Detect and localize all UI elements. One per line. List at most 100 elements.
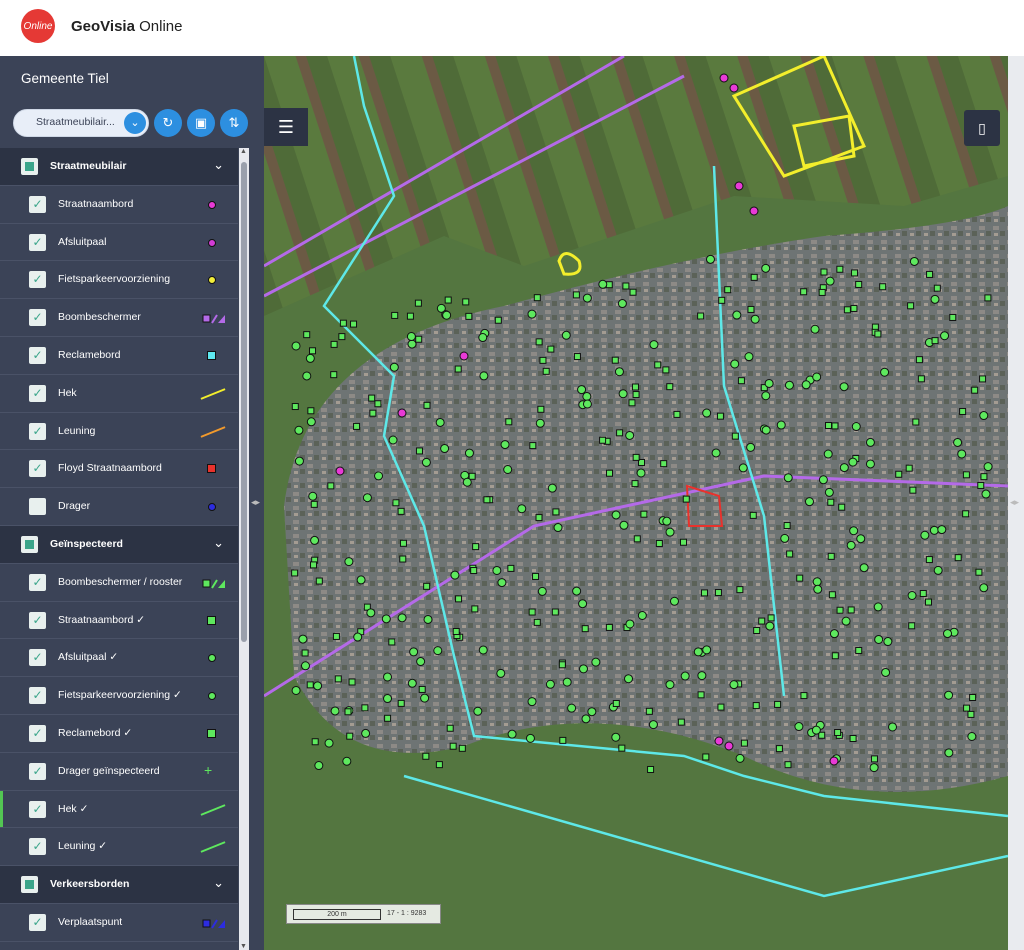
sort-button[interactable]: ⇅ (220, 109, 248, 137)
layer-checkbox[interactable]: ✓ (29, 233, 46, 251)
layer-item[interactable]: ✓ Afsluitpaal ✓ (0, 639, 238, 678)
layer-item[interactable]: ✓ Fietsparkeervoorziening ✓ (0, 677, 238, 715)
map-marker (561, 330, 571, 340)
layer-item[interactable]: ✓ Straatnaambord (0, 186, 238, 224)
scroll-thumb[interactable] (241, 162, 247, 642)
layer-checkbox[interactable]: ✓ (29, 762, 46, 780)
layer-label: Geïnspecteerd (50, 537, 123, 550)
layer-item[interactable]: ✓ Afsluitpaal (0, 224, 238, 262)
refresh-button[interactable]: ↻ (154, 109, 182, 137)
map-marker (855, 280, 863, 288)
map-marker (649, 340, 659, 350)
layer-group[interactable]: Geïnspecteerd ⌄ (0, 525, 238, 564)
layer-group[interactable]: Straatmeubilair ⌄ (0, 148, 238, 186)
layer-checkbox[interactable]: ✓ (29, 800, 46, 818)
layer-item[interactable]: ✓ Drager geïnspecteerd + (0, 753, 238, 791)
map-marker (342, 756, 352, 766)
map-marker (929, 525, 939, 535)
map-marker (794, 722, 804, 732)
save-button[interactable]: ▣ (187, 109, 215, 137)
map-marker (303, 331, 311, 339)
map-marker (848, 457, 858, 467)
map-marker (478, 645, 488, 655)
layer-item[interactable]: ✓ Leuning (0, 413, 238, 451)
map-marker (344, 708, 352, 716)
layer-checkbox[interactable]: ✓ (29, 838, 46, 856)
layer-checkbox[interactable]: ✓ (29, 460, 46, 478)
layer-item[interactable]: ✓ Reclamebord ✓ (0, 715, 238, 753)
chevron-down-icon[interactable]: ⌄ (213, 875, 224, 891)
layer-item[interactable]: ✓ Boombeschermer / rooster (0, 564, 238, 602)
map-marker (535, 338, 543, 346)
layer-label: Fietsparkeervoorziening ✓ (58, 689, 182, 702)
layer-symbol-icon (202, 312, 226, 324)
layer-label: Verkeersborden (50, 878, 130, 891)
map-marker (442, 310, 452, 320)
map-marker (682, 495, 690, 503)
layer-checkbox[interactable]: ✓ (29, 271, 46, 289)
layer-checkbox[interactable]: ✓ (29, 687, 46, 705)
map-marker (533, 618, 541, 626)
layer-checkbox[interactable]: ✓ (29, 195, 46, 213)
layer-checkbox[interactable]: ✓ (29, 724, 46, 742)
map-marker (559, 736, 567, 744)
layer-group[interactable]: Verkeersborden ⌄ (0, 866, 238, 904)
map-marker (330, 340, 338, 348)
layer-item[interactable]: ✓ Floyd Straatnaambord (0, 450, 238, 489)
sidebar-scrollbar[interactable]: ▲ ▼ (239, 148, 249, 950)
map-marker (440, 444, 450, 454)
layer-item[interactable]: ✓ Leuning ✓ (0, 828, 238, 867)
scroll-down-icon[interactable]: ▼ (240, 943, 247, 950)
map-marker (361, 728, 371, 738)
layer-item[interactable]: ✓ Hek ✓ (0, 790, 238, 829)
map-marker (406, 332, 416, 342)
layer-checkbox[interactable]: ✓ (29, 913, 46, 931)
layer-item[interactable]: ✓ Straatnaambord ✓ (0, 602, 238, 640)
layer-checkbox[interactable]: ✓ (29, 611, 46, 629)
map-view[interactable] (264, 56, 1008, 950)
layer-label: Straatnaambord (58, 197, 134, 210)
layer-symbol-icon (207, 615, 216, 625)
chevron-down-icon[interactable]: ⌄ (213, 157, 224, 173)
map-marker (758, 617, 766, 625)
map-tool-button[interactable]: ▯ (964, 110, 1000, 146)
layer-checkbox[interactable]: ✓ (29, 346, 46, 364)
map-marker (969, 693, 977, 701)
map-marker (369, 409, 377, 417)
map-marker (587, 707, 597, 717)
scroll-up-icon[interactable]: ▲ (240, 148, 247, 155)
layer-item[interactable]: ✓ Reclamebord (0, 337, 238, 375)
map-marker (465, 312, 473, 320)
layer-select[interactable]: Straatmeubilair... ⌄ (13, 109, 149, 137)
left-resize-handle[interactable]: ◂▸ (251, 497, 260, 508)
map-marker (869, 763, 879, 773)
map-marker (551, 608, 559, 616)
layer-item[interactable]: ✓ Hek (0, 375, 238, 413)
chevron-down-icon[interactable]: ⌄ (124, 112, 146, 134)
layer-checkbox[interactable]: ✓ (29, 498, 46, 516)
map-marker (315, 577, 323, 585)
layer-checkbox[interactable]: ✓ (29, 649, 46, 667)
layer-item[interactable]: ✓ Boombeschermer (0, 299, 238, 337)
map-marker (765, 621, 775, 631)
layer-label: Hek ✓ (58, 802, 89, 815)
layer-item[interactable]: ✓ Drager (0, 488, 238, 526)
map-marker (764, 378, 774, 388)
layer-checkbox[interactable] (21, 535, 38, 553)
map-marker (525, 733, 535, 743)
layer-checkbox[interactable]: ✓ (29, 573, 46, 591)
chevron-down-icon[interactable]: ⌄ (213, 535, 224, 551)
layer-item[interactable]: ✓ Fietsparkeervoorziening (0, 261, 238, 300)
layer-checkbox[interactable] (21, 158, 38, 175)
layer-checkbox[interactable] (21, 876, 38, 894)
layer-checkbox[interactable]: ✓ (29, 309, 46, 327)
legend-toggle-button[interactable]: ☰ (264, 108, 308, 146)
right-resize-handle[interactable]: ◂▸ (1010, 497, 1019, 508)
map-marker (454, 365, 462, 373)
layer-checkbox[interactable]: ✓ (29, 384, 46, 402)
map-marker (812, 372, 822, 382)
map-marker (552, 508, 560, 516)
map-marker (361, 704, 369, 712)
layer-checkbox[interactable]: ✓ (29, 422, 46, 440)
layer-item[interactable]: ✓ Verplaatspunt (0, 904, 238, 942)
